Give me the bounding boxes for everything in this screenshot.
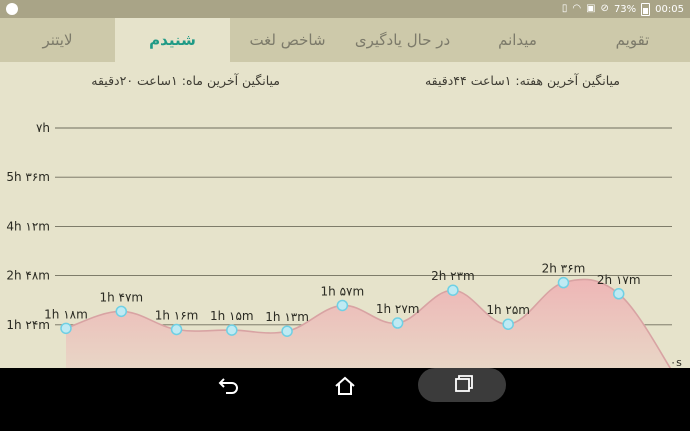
data-point	[115, 305, 128, 318]
data-point	[557, 276, 570, 289]
tab-known[interactable]: میدانم	[460, 18, 575, 62]
data-label: 1h ۱۶m	[155, 308, 199, 322]
data-label: 2h ۲۳m	[431, 269, 475, 283]
back-icon	[218, 378, 238, 394]
battery-percent: 73%	[613, 3, 637, 15]
data-point	[447, 284, 459, 296]
data-point	[612, 288, 625, 300]
back-button[interactable]	[204, 370, 254, 402]
data-point	[336, 299, 349, 312]
month-average: میانگین آخرین ماه: ۱ساعت ۲۰دقیقه	[91, 73, 280, 88]
vibrate-icon: ▯	[561, 3, 568, 14]
data-label: 1h ۱۵m	[210, 309, 254, 323]
tab-learning[interactable]: در حال یادگیری	[345, 18, 460, 62]
data-point	[60, 322, 72, 335]
y-tick-label: 5h ۳۶m	[6, 170, 50, 184]
status-bar-right: ▯ ◠ ▣ ⊘ 73% 00:05	[562, 0, 684, 18]
tab-heard[interactable]: شنیدم	[115, 18, 230, 62]
tab-word-index[interactable]: شاخص لغت	[230, 18, 345, 62]
data-label: 2h ۱۷m	[597, 273, 641, 287]
y-tick-label: ۷h	[36, 121, 50, 135]
data-label: 1h ۱۸m	[44, 307, 88, 321]
data-point	[281, 325, 293, 337]
data-label: ۰s	[670, 356, 682, 368]
battery-icon	[641, 2, 651, 16]
data-point	[502, 318, 514, 330]
week-average: میانگین آخرین هفته: ۱ساعت ۴۴دقیقه	[424, 73, 620, 88]
data-label: 1h ۵۷m	[321, 284, 365, 298]
y-tick-label: 4h ۱۲m	[6, 219, 50, 233]
tab-leitner[interactable]: لایتنر	[0, 18, 115, 62]
data-point	[391, 317, 404, 329]
listening-time-chart: ۰s1h ۲۴m2h ۴۸m4h ۱۲m5h ۳۶m۷h1h ۱۸m1h ۴۷m…	[0, 98, 690, 368]
y-tick-label: 2h ۴۸m	[6, 269, 50, 283]
navigation-bar	[0, 368, 690, 431]
data-point	[226, 324, 238, 336]
data-label: 1h ۲۷m	[376, 302, 420, 316]
home-button[interactable]	[320, 370, 370, 402]
recent-apps-icon	[455, 375, 473, 392]
sd-card-icon: ▣	[586, 3, 596, 14]
chart-svg: ۰s1h ۲۴m2h ۴۸m4h ۱۲m5h ۳۶m۷h1h ۱۸m1h ۴۷m…	[6, 121, 682, 368]
alarm-icon: ⊘	[600, 3, 609, 14]
data-label: 1h ۴۷m	[99, 290, 143, 304]
data-label: 1h ۱۳m	[265, 310, 309, 324]
averages-row: میانگین آخرین هفته: ۱ساعت ۴۴دقیقه میانگی…	[0, 62, 690, 98]
data-label: 2h ۳۶m	[542, 262, 586, 276]
tab-calendar[interactable]: تقویم	[575, 18, 690, 62]
tab-bar: تقویم میدانم در حال یادگیری شاخص لغت شنی…	[0, 18, 690, 62]
notification-dot-icon	[6, 3, 18, 15]
home-icon	[335, 376, 355, 395]
status-bar: ▯ ◠ ▣ ⊘ 73% 00:05	[0, 0, 690, 18]
data-label: 1h ۲۵m	[486, 303, 530, 317]
recent-apps-button[interactable]	[418, 368, 506, 402]
wifi-icon: ◠	[572, 3, 582, 14]
clock-time: 00:05	[655, 3, 684, 15]
data-point	[170, 323, 183, 336]
